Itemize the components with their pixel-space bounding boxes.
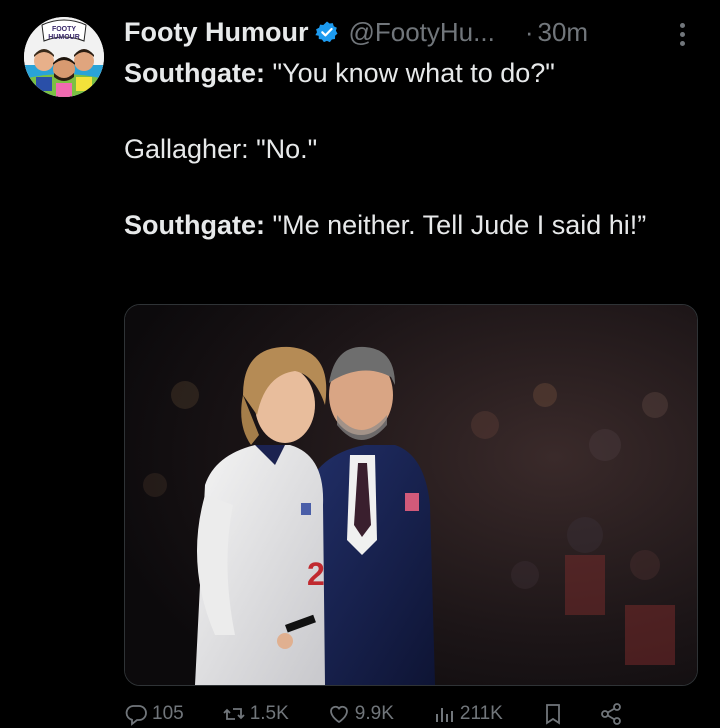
bookmark-icon [545, 704, 560, 725]
views-button[interactable]: 211K [432, 702, 503, 726]
avatar-cartoon-image: FOOTY HUMOUR [24, 17, 104, 97]
views-chart-icon [435, 708, 453, 722]
views-count: 211K [459, 703, 503, 724]
tweet-line-1: Southgate: "You know what to do?" [124, 54, 684, 92]
quote-2: Gallagher: "No." [124, 134, 318, 164]
svg-text:2: 2 [307, 556, 325, 592]
quote-3: "Me neither. Tell Jude I said hi!” [265, 210, 647, 240]
like-button[interactable]: 9.9K [327, 702, 394, 726]
heart-icon [329, 705, 348, 724]
retweet-button[interactable]: 1.5K [222, 702, 289, 726]
tweet-photo[interactable]: 2 [124, 304, 698, 686]
user-handle[interactable]: @FootyHu... [348, 17, 494, 48]
tweet-header: Footy Humour @FootyHu... · 30m [124, 14, 704, 50]
display-name[interactable]: Footy Humour [124, 17, 308, 48]
quote-1: "You know what to do?" [265, 58, 555, 88]
verified-badge-icon [315, 20, 339, 44]
retweet-count: 1.5K [249, 703, 289, 724]
speaker-southgate-2: Southgate [124, 210, 256, 240]
share-icon [600, 703, 621, 725]
tweet-line-3: Southgate: "Me neither. Tell Jude I said… [124, 206, 684, 244]
tweet-text: Southgate: "You know what to do?" Gallag… [124, 54, 684, 244]
like-count: 9.9K [354, 703, 394, 724]
reply-icon [125, 705, 147, 726]
speaker-colon: : [256, 58, 265, 88]
reply-count: 105 [152, 703, 184, 724]
retweet-icon [223, 708, 245, 720]
more-options-icon[interactable] [670, 20, 694, 48]
tweet-timestamp[interactable]: 30m [537, 17, 588, 48]
reply-button[interactable]: 105 [124, 702, 184, 726]
speaker-southgate-1: Southgate [124, 58, 256, 88]
avatar-text-footy: FOOTY [52, 26, 76, 33]
separator-dot: · [524, 16, 534, 47]
tweet-actions-bar: 105 1.5K 9.9K 211K [124, 700, 684, 728]
tweet-line-2: Gallagher: "No." [124, 130, 684, 168]
avatar-text-humour: HUMOUR [48, 34, 80, 41]
photo-image: 2 [125, 305, 697, 685]
bookmark-button[interactable] [541, 702, 569, 726]
profile-avatar[interactable]: FOOTY HUMOUR [24, 17, 104, 97]
speaker-colon: : [256, 210, 265, 240]
share-button[interactable] [599, 702, 627, 726]
